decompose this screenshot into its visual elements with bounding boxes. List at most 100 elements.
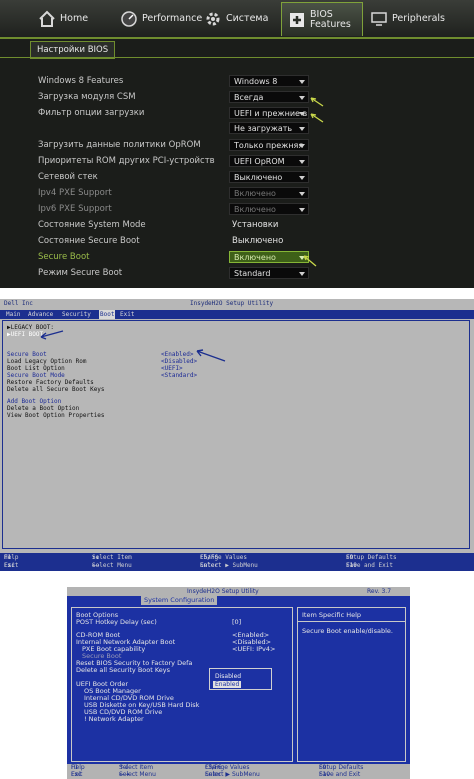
row-label-ipv6-pxe: Ipv6 PXE Support [38, 204, 112, 214]
bios-chip-icon [288, 11, 306, 29]
nav-system[interactable]: Система [204, 2, 274, 35]
delete-security-keys-item[interactable]: Delete all Security Boot Keys [76, 667, 170, 674]
dropdown-oprom-policy[interactable]: Только прежняя [229, 139, 309, 151]
chevron-down-icon [299, 144, 305, 148]
menu-bar: Main Advance Security Boot Exit [0, 310, 474, 319]
dropdown-value: Включено [234, 205, 276, 214]
row-label-secure-boot-state: Состояние Secure Boot [38, 236, 140, 246]
setup-title: InsydeH2O Setup Utility [190, 300, 274, 307]
dropdown-value: Включено [234, 253, 276, 262]
row-label-boot-filter: Фильтр опции загрузки [38, 108, 145, 118]
view-boot-option-item[interactable]: View Boot Option Properties [7, 412, 105, 419]
row-label-ipv4-pxe: Ipv4 PXE Support [38, 188, 112, 198]
vendor-label: Dell Inc [4, 300, 33, 307]
dropdown-value: UEFI OpROM [234, 157, 285, 166]
annotation-arrow-secure [196, 349, 226, 362]
boot-list-option-item[interactable]: Boot List Option [7, 365, 65, 372]
nav-home[interactable]: Home [38, 2, 110, 35]
row-label-oprom-policy: Загрузить данные политики OpROM [38, 140, 201, 150]
legacy-option-rom-item[interactable]: Load Legacy Option Rom [7, 358, 86, 365]
boot-content-frame: ▶LEGACY BOOT: ▶UEFI BOOT: Secure Boot <E… [2, 320, 470, 549]
menu-boot[interactable]: Boot [99, 310, 116, 319]
menu-advance[interactable]: Advance [28, 310, 53, 319]
help-text: Secure Boot enable/disable. [302, 627, 393, 635]
uefi-item-network[interactable]: ! Network Adapter [84, 716, 144, 723]
nav-system-label: Система [226, 13, 269, 24]
dropdown-boot-filter[interactable]: UEFI и прежние в [229, 107, 309, 119]
row-label-pci-rom: Приоритеты ROM других PCI-устройств [38, 156, 215, 166]
chevron-down-icon [299, 80, 305, 84]
setup-title-bar: Dell Inc InsydeH2O Setup Utility [0, 299, 474, 308]
menu-exit[interactable]: Exit [120, 310, 134, 319]
secure-boot-value[interactable]: <Enabled> [161, 351, 194, 358]
menu-main[interactable]: Main [6, 310, 20, 319]
annotation-arrows [310, 97, 324, 123]
tab-divider [0, 57, 474, 58]
menu-security[interactable]: Security [62, 310, 91, 319]
post-hotkey-delay-item[interactable]: POST Hotkey Delay (sec) [76, 619, 157, 626]
nav-performance[interactable]: Performance [120, 2, 202, 35]
value-system-mode: Установки [232, 220, 279, 230]
key-help-footer: F1 Help Esc Exit ↑↓ Select Item ←→ Selec… [0, 553, 474, 571]
tab-bar [67, 596, 410, 605]
dropdown-windows8[interactable]: Windows 8 [229, 75, 309, 87]
gigabyte-bios-panel: Home Performance Система BIOS Features P… [0, 0, 474, 288]
dropdown-no-load[interactable]: Не загружать [229, 122, 309, 134]
delete-keys-item[interactable]: Delete all Secure Boot Keys [7, 386, 105, 393]
dropdown-value: Standard [234, 269, 271, 278]
row-label-csm: Загрузка модуля CSM [38, 92, 136, 102]
annotation-arrow-secure-boot [303, 255, 317, 267]
dropdown-value: UEFI и прежние в [234, 109, 308, 118]
dropdown-secure-boot-mode[interactable]: Standard [229, 267, 309, 279]
dropdown-value: Выключено [234, 173, 283, 182]
row-label-secure-boot: Secure Boot [38, 252, 90, 262]
row-label-system-mode: Состояние System Mode [38, 220, 146, 230]
chevron-down-icon [299, 176, 305, 180]
secure-boot-item[interactable]: Secure Boot [7, 351, 47, 358]
value-secure-boot-state: Выключено [232, 236, 284, 246]
dropdown-value: Всегда [234, 93, 264, 102]
nav-home-label: Home [60, 13, 89, 24]
chevron-down-icon [299, 160, 305, 164]
dropdown-value: Только прежняя [234, 141, 304, 150]
popup-option-enabled[interactable]: Enabled [213, 681, 242, 688]
setup-title-bar: InsydeH2O Setup Utility Rev. 3.7 [67, 587, 410, 596]
dropdown-network-stack[interactable]: Выключено [229, 171, 309, 183]
tab-system-configuration[interactable]: System Configuration [141, 596, 218, 605]
popup-option-disabled[interactable]: Disabled [213, 673, 243, 680]
nav-performance-label: Performance [142, 13, 203, 24]
dropdown-value: Windows 8 [234, 77, 278, 86]
home-icon [38, 10, 56, 28]
help-title: Item Specific Help [302, 611, 362, 619]
help-panel: Item Specific Help Secure Boot enable/di… [297, 607, 406, 762]
nav-peripherals-label: Peripherals [392, 13, 445, 24]
nav-bios-features[interactable]: BIOS Features [281, 2, 363, 36]
chevron-down-icon [299, 192, 305, 196]
nav-bios-label-2: Features [310, 18, 351, 30]
setup-title: InsydeH2O Setup Utility [187, 588, 259, 595]
boot-list-option-value[interactable]: <UEFI> [161, 365, 183, 372]
nav-bios-label-1: BIOS [310, 8, 333, 20]
delete-boot-option-item[interactable]: Delete a Boot Option [7, 405, 79, 412]
revision-label: Rev. 3.7 [367, 588, 392, 595]
insyde-boot-panel: Dell Inc InsydeH2O Setup Utility Main Ad… [0, 299, 474, 571]
row-label-secure-boot-mode: Режим Secure Boot [38, 268, 123, 278]
pxe-boot-value[interactable]: <UEFI: IPv4> [232, 646, 276, 653]
secure-boot-mode-value[interactable]: <Standard> [161, 372, 197, 379]
restore-defaults-item[interactable]: Restore Factory Defaults [7, 379, 94, 386]
dropdown-ipv4-pxe[interactable]: Включено [229, 187, 309, 199]
row-label-windows8: Windows 8 Features [38, 76, 124, 86]
dropdown-pci-rom[interactable]: UEFI OpROM [229, 155, 309, 167]
peripherals-icon [370, 10, 388, 28]
dropdown-ipv6-pxe[interactable]: Включено [229, 203, 309, 215]
dropdown-csm[interactable]: Всегда [229, 91, 309, 103]
gauge-icon [120, 10, 138, 28]
secure-boot-mode-item[interactable]: Secure Boot Mode [7, 372, 65, 379]
dropdown-value: Не загружать [234, 124, 293, 133]
legacy-option-rom-value[interactable]: <Disabled> [161, 358, 197, 365]
nav-peripherals[interactable]: Peripherals [370, 2, 470, 35]
post-hotkey-delay-value[interactable]: [0] [232, 619, 241, 626]
dropdown-value: Включено [234, 189, 276, 198]
add-boot-option-item[interactable]: Add Boot Option [7, 398, 61, 405]
dropdown-secure-boot[interactable]: Включено [229, 251, 309, 263]
